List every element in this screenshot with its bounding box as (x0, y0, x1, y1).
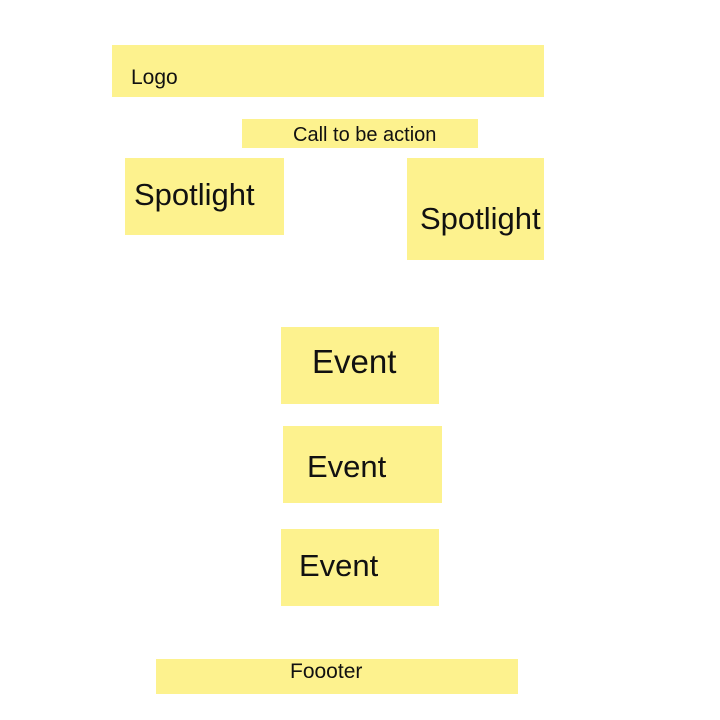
logo-note: Logo (112, 45, 544, 97)
spotlight-note-1: Spotlight (125, 158, 284, 235)
call-to-action-note: Call to be action (242, 119, 478, 148)
spotlight-label-1: Spotlight (134, 177, 255, 212)
event-note-2: Event (283, 426, 442, 503)
event-label-3: Event (299, 548, 379, 583)
event-label-2: Event (307, 449, 387, 484)
event-label-1: Event (312, 343, 397, 380)
logo-label: Logo (131, 66, 178, 89)
footer-label: Foooter (290, 660, 363, 683)
event-note-1: Event (281, 327, 439, 404)
event-note-3: Event (281, 529, 439, 606)
call-to-action-label: Call to be action (293, 124, 437, 146)
spotlight-label-2: Spotlight (420, 201, 541, 236)
spotlight-note-2: Spotlight (407, 158, 544, 260)
footer-note: Foooter (156, 659, 518, 694)
